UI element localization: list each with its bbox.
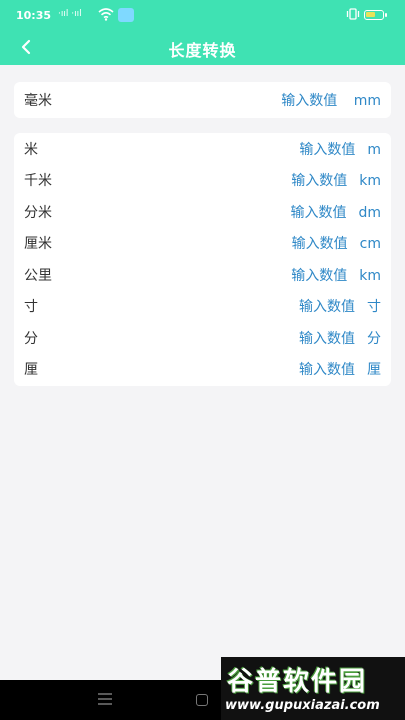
unit-symbol: mm — [353, 93, 381, 109]
value-placeholder: 输入数值 — [299, 141, 356, 158]
signal-icon: ·ııl ·ııl — [58, 9, 82, 19]
app-header: 长度转换 — [0, 30, 405, 65]
watermark-brand: 谷普软件园 — [227, 667, 368, 697]
wifi-icon — [98, 8, 114, 21]
value-placeholder: 输入数值 — [299, 362, 355, 379]
conversion-row[interactable]: 米 输入数值 m — [14, 133, 391, 165]
conversion-row[interactable]: 毫米 输入数值 mm — [14, 82, 391, 118]
unit-symbol: 分 — [367, 330, 381, 347]
value-placeholder: 输入数值 — [291, 236, 348, 253]
value-placeholder: 输入数值 — [299, 299, 355, 316]
unit-symbol: km — [359, 173, 381, 190]
conversion-row[interactable]: 厘 输入数值厘 — [14, 354, 391, 386]
value-placeholder: 输入数值 — [290, 204, 347, 221]
conversion-row[interactable]: 千米 输入数值 km — [14, 165, 391, 197]
value-input[interactable]: 输入数值 dm — [290, 202, 381, 222]
unit-label: 寸 — [24, 299, 38, 316]
unit-label: 厘米 — [24, 236, 52, 253]
watermark-url: www.gupuxiazai.com — [225, 698, 380, 713]
value-input[interactable]: 输入数值 mm — [281, 90, 381, 110]
value-input[interactable]: 输入数值 cm — [292, 233, 381, 253]
status-bar: 10:35 ·ııl ·ııl — [0, 0, 405, 30]
menu-icon[interactable] — [98, 693, 112, 705]
conversion-row[interactable]: 分米 输入数值 dm — [14, 196, 391, 228]
status-time: 10:35 — [16, 9, 52, 22]
unit-symbol: cm — [359, 236, 381, 253]
unit-symbol: km — [359, 267, 381, 284]
value-input[interactable]: 输入数值寸 — [299, 296, 381, 316]
unit-symbol: dm — [358, 204, 381, 221]
unit-label: 米 — [24, 141, 38, 158]
unit-label: 分米 — [24, 204, 52, 221]
value-placeholder: 输入数值 — [291, 173, 348, 190]
conversion-row[interactable]: 分 输入数值分 — [14, 322, 391, 354]
value-input[interactable]: 输入数值 km — [291, 170, 381, 190]
base-unit-card: 毫米 输入数值 mm — [14, 82, 391, 118]
unit-symbol: m — [367, 141, 381, 158]
conversion-row[interactable]: 公里 输入数值 km — [14, 259, 391, 291]
unit-symbol: 厘 — [367, 362, 381, 379]
notification-app-icon — [118, 8, 134, 22]
conversion-row[interactable]: 寸 输入数值寸 — [14, 291, 391, 323]
unit-symbol: 寸 — [367, 299, 381, 316]
battery-level — [366, 12, 375, 17]
value-placeholder: 输入数值 — [299, 330, 355, 347]
page-title: 长度转换 — [168, 41, 237, 60]
unit-label: 毫米 — [24, 93, 52, 109]
unit-label: 厘 — [24, 362, 38, 379]
home-icon[interactable] — [196, 694, 208, 706]
value-input[interactable]: 输入数值分 — [299, 328, 381, 348]
unit-label: 公里 — [24, 267, 52, 284]
value-placeholder: 输入数值 — [281, 93, 338, 109]
watermark: 谷普软件园 www.gupuxiazai.com — [221, 657, 405, 720]
unit-label: 分 — [24, 330, 38, 347]
unit-label: 千米 — [24, 173, 52, 190]
unit-list-card: 米 输入数值 m 千米 输入数值 km 分米 输入数值 dm 厘米 输入数值 cm 公里… — [14, 133, 391, 386]
battery-icon — [364, 10, 387, 20]
value-input[interactable]: 输入数值 m — [299, 139, 381, 159]
vibrate-icon — [346, 8, 360, 20]
value-input[interactable]: 输入数值厘 — [299, 359, 381, 379]
value-input[interactable]: 输入数值 km — [291, 265, 381, 285]
value-placeholder: 输入数值 — [291, 267, 348, 284]
conversion-row[interactable]: 厘米 输入数值 cm — [14, 228, 391, 260]
